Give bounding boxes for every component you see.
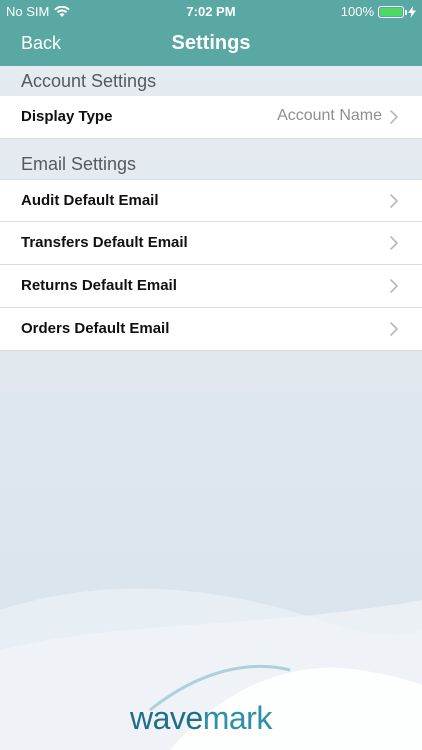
battery-percent: 100% (340, 4, 374, 19)
chevron-right-icon (390, 110, 398, 124)
app-header: No SIM 7:02 PM 100% Back Settings (0, 0, 422, 66)
status-right: 100% (341, 4, 416, 19)
chevron-right-icon (390, 279, 398, 293)
navigation-bar: Back Settings (0, 22, 422, 66)
row-transfers-default-email[interactable]: Transfers Default Email (0, 222, 422, 265)
row-label: Audit Default Email (21, 192, 159, 209)
battery-icon (378, 5, 407, 18)
chevron-right-icon (390, 236, 398, 250)
row-label: Display Type (21, 108, 113, 125)
row-audit-default-email[interactable]: Audit Default Email (0, 179, 422, 222)
row-value: Account Name (277, 107, 382, 124)
status-bar: No SIM 7:02 PM 100% (0, 0, 422, 22)
row-orders-default-email[interactable]: Orders Default Email (0, 308, 422, 351)
chevron-right-icon (390, 322, 398, 336)
row-label: Returns Default Email (21, 277, 177, 294)
logo-part-mark: mark (202, 700, 273, 736)
section-header-account: Account Settings (21, 71, 157, 91)
wavemark-logo: wavemark (130, 700, 272, 737)
chevron-right-icon (390, 194, 398, 208)
row-label: Orders Default Email (21, 320, 170, 337)
row-display-type[interactable]: Display Type Account Name (0, 96, 422, 139)
logo-part-wave: wave (130, 700, 203, 736)
page-title: Settings (171, 32, 251, 54)
charging-icon (408, 5, 416, 18)
section-header-email: Email Settings (21, 154, 137, 174)
row-label: Transfers Default Email (21, 234, 188, 251)
row-returns-default-email[interactable]: Returns Default Email (0, 265, 422, 308)
battery-fill (380, 7, 402, 16)
